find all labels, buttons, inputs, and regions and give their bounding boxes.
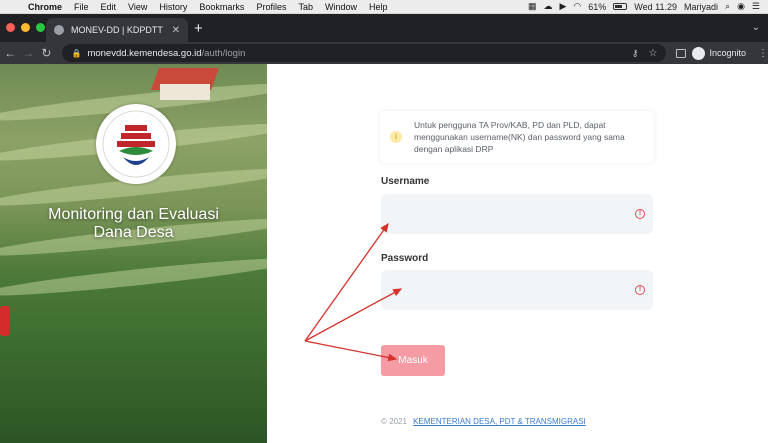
username-field-wrapper: ! [381,194,653,234]
macos-menubar: Chrome File Edit View History Bookmarks … [0,0,768,14]
house-wall-decoration [160,84,210,100]
footer-copyright: © 2021 [381,417,407,426]
tab-title: MONEV-DD | KDPDTT [71,25,163,35]
password-input[interactable] [381,270,635,310]
farmer-figure-decoration [0,306,10,336]
ministry-emblem-icon [102,110,170,178]
menu-history[interactable]: History [153,2,193,12]
forward-arrow-icon[interactable]: → [20,46,36,60]
username-error-icon: ! [635,209,645,219]
tab-close-icon[interactable]: ✕ [172,25,180,36]
menu-tab[interactable]: Tab [292,2,319,12]
info-notice-text: Untuk pengguna TA Prov/KAB, PD dan PLD, … [414,120,625,154]
menu-app-name[interactable]: Chrome [22,2,68,12]
play-icon[interactable]: ▶ [560,1,567,12]
menu-profiles[interactable]: Profiles [250,2,292,12]
username-input[interactable] [381,194,635,234]
username-label: Username [381,176,430,187]
address-bar[interactable]: 🔒 monevdd.kemendesa.go.id /auth/login ⚷ … [62,44,667,62]
zoom-window-button[interactable] [36,23,45,32]
info-notice: i Untuk pengguna TA Prov/KAB, PD dan PLD… [380,111,654,163]
url-path: /auth/login [201,47,246,59]
password-key-icon[interactable]: ⚷ [632,48,639,59]
ministry-logo [96,104,176,184]
minimize-window-button[interactable] [21,23,30,32]
spotlight-search-icon[interactable]: ⌕ [725,1,730,12]
tab-search-chevron-icon[interactable]: ⌄ [752,22,760,33]
control-center-icon[interactable]: ☰ [752,1,760,12]
incognito-icon [692,46,706,60]
menu-window[interactable]: Window [319,2,363,12]
hero-panel: Monitoring dan Evaluasi Dana Desa [0,64,267,443]
new-tab-plus-icon[interactable]: + [194,20,203,38]
browser-tab-active[interactable]: MONEV-DD | KDPDTT ✕ [46,18,188,42]
lock-icon[interactable]: 🔒 [71,49,81,58]
info-icon: i [390,131,402,143]
footer-ministry-link[interactable]: KEMENTERIAN DESA, PDT & TRANSMIGRASI [413,417,586,426]
battery-icon[interactable] [613,3,628,10]
browser-tab-strip: MONEV-DD | KDPDTT ✕ + ⌄ [0,14,768,42]
translate-icon[interactable]: ▦ [528,1,537,12]
hero-title: Monitoring dan Evaluasi Dana Desa [0,206,267,242]
menubar-status-area: ▦ ☁ ▶ ◠ 61% Wed 11.29 Mariyadi ⌕ ◉ ☰ [528,1,768,12]
menu-edit[interactable]: Edit [95,2,123,12]
incognito-badge[interactable]: Incognito [692,46,746,60]
bookmark-star-icon[interactable]: ☆ [649,48,658,59]
clock-text[interactable]: Wed 11.29 [634,2,677,12]
toolbar-right-group: Incognito ⋮ [676,46,768,60]
login-submit-button[interactable]: Masuk [381,345,445,376]
close-window-button[interactable] [6,23,15,32]
battery-percent: 61% [588,1,607,12]
password-label: Password [381,253,429,264]
reload-icon[interactable]: ↻ [38,46,54,60]
wifi-icon[interactable]: ◠ [573,1,581,12]
back-arrow-icon[interactable]: ← [2,46,18,60]
hero-title-line-1: Monitoring dan Evaluasi [48,206,219,223]
menu-help[interactable]: Help [363,2,394,12]
page-footer: © 2021 KEMENTERIAN DESA, PDT & TRANSMIGR… [381,417,586,426]
url-host: monevdd.kemendesa.go.id [87,47,202,59]
menu-file[interactable]: File [68,2,95,12]
hero-title-line-2: Dana Desa [93,224,174,241]
siri-icon[interactable]: ◉ [737,1,745,12]
site-favicon-icon [54,25,64,35]
browser-toolbar: ← → ↻ 🔒 monevdd.kemendesa.go.id /auth/lo… [0,42,768,64]
menu-view[interactable]: View [122,2,153,12]
menu-bookmarks[interactable]: Bookmarks [193,2,250,12]
rice-terrace-decoration [0,252,267,302]
side-panel-icon[interactable] [676,48,687,58]
more-menu-icon[interactable]: ⋮ [752,48,768,59]
user-name[interactable]: Mariyadi [684,2,718,12]
cloud-icon[interactable]: ☁ [544,1,553,12]
password-field-wrapper: ! [381,270,653,310]
login-panel: i Untuk pengguna TA Prov/KAB, PD dan PLD… [267,64,768,443]
window-controls [6,23,45,32]
password-error-icon: ! [635,285,645,295]
incognito-label: Incognito [709,48,746,58]
